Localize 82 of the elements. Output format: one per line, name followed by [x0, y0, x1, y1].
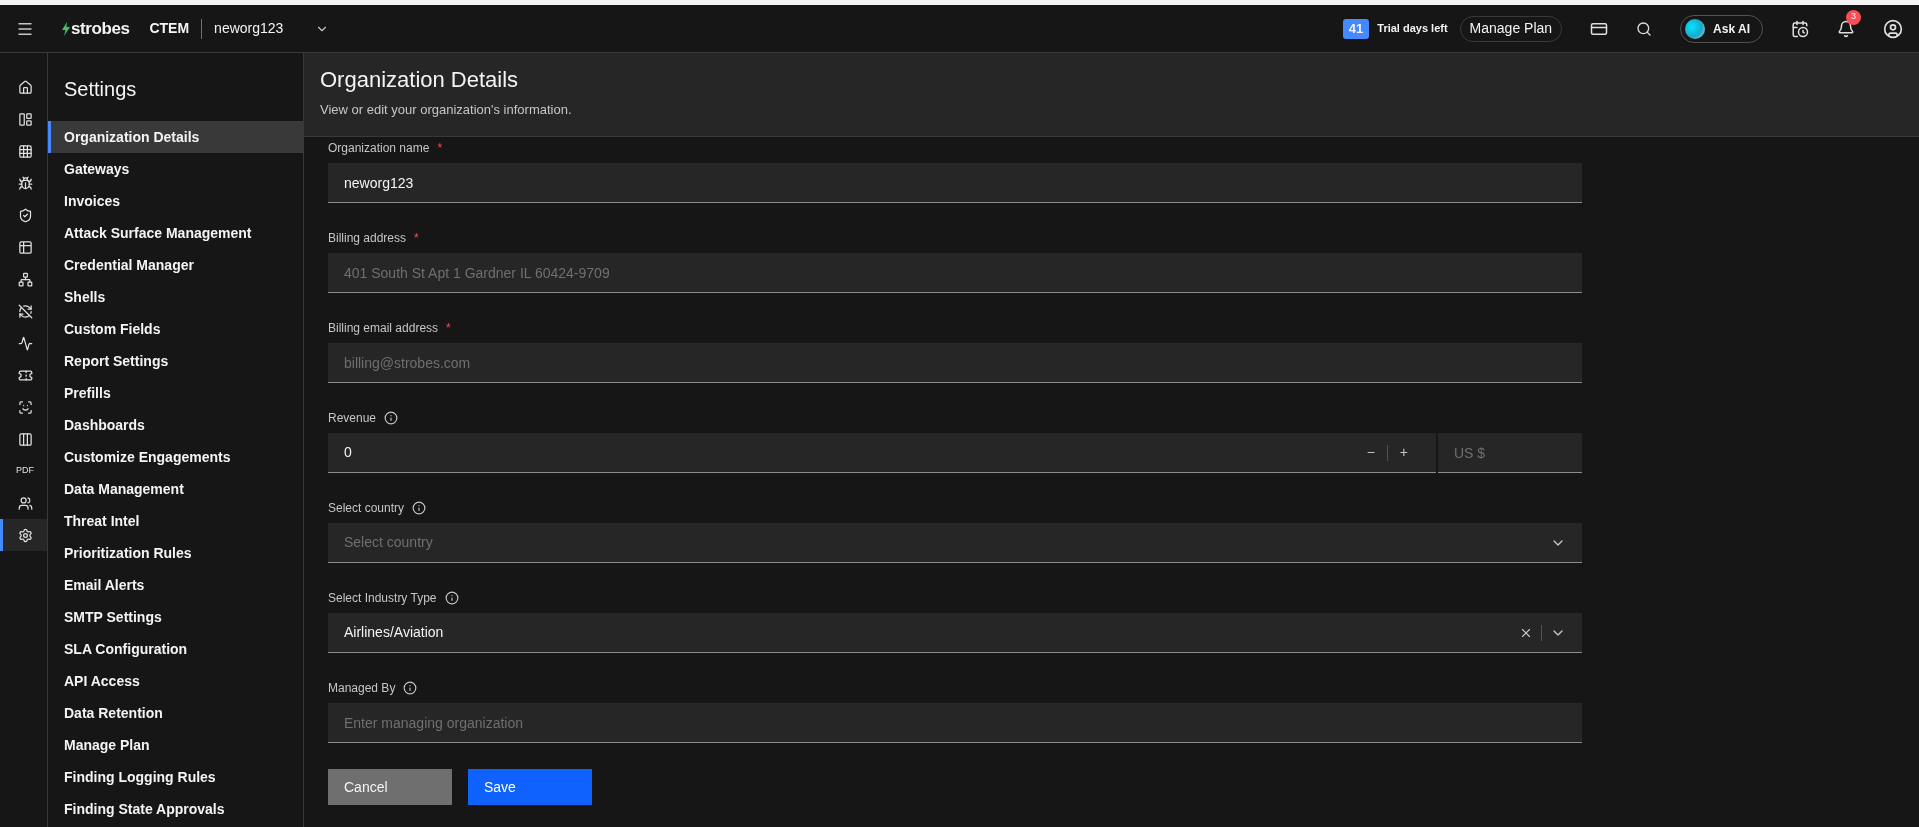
sidebar-item[interactable]: Finding Logging Rules — [48, 761, 303, 793]
sidebar-item[interactable]: Email Alerts — [48, 569, 303, 601]
search-icon[interactable] — [1636, 20, 1653, 37]
field-label: Billing address — [328, 230, 407, 247]
field-label: Select Industry Type — [328, 590, 437, 607]
rail-item[interactable]: PDF — [0, 455, 47, 487]
sidebar-item[interactable]: Credential Manager — [48, 249, 303, 281]
sidebar-item[interactable]: SLA Configuration — [48, 633, 303, 665]
brand-logo: strobes — [71, 17, 130, 40]
selected-value: Airlines/Aviation — [344, 623, 445, 642]
increment-button[interactable]: + — [1387, 442, 1420, 463]
sidebar-item[interactable]: Custom Fields — [48, 313, 303, 345]
sidebar-item[interactable]: Prioritization Rules — [48, 537, 303, 569]
ai-orb-icon — [1685, 18, 1706, 39]
product-name: CTEM — [149, 19, 190, 38]
field-label: Revenue — [328, 410, 377, 427]
pulse-icon — [17, 335, 33, 351]
select-field[interactable]: Airlines/Aviation — [328, 613, 1582, 653]
layout-icon — [17, 111, 33, 127]
scan-icon — [17, 399, 33, 415]
trial-days-badge: 41 — [1342, 18, 1370, 39]
sidebar-item[interactable]: Manage Plan — [48, 729, 303, 761]
info-icon[interactable] — [384, 411, 399, 425]
sidebar-item[interactable]: API Access — [48, 665, 303, 697]
text-field[interactable]: 401 South St Apt 1 Gardner IL 60424-9709 — [328, 253, 1582, 293]
field-label: Organization name — [328, 140, 430, 157]
sidebar-item[interactable]: Gateways — [48, 153, 303, 185]
field-label: Select country — [328, 500, 405, 517]
sidebar-title: Settings — [64, 77, 137, 102]
field-label: Managed By — [328, 680, 396, 697]
required-mark: * — [446, 322, 451, 334]
columns-icon — [17, 431, 33, 447]
home-icon — [17, 79, 33, 95]
field-value: 0 — [344, 443, 353, 462]
sidebar-item[interactable]: Data Retention — [48, 697, 303, 729]
sidebar-item[interactable]: Organization Details — [48, 121, 303, 153]
user-avatar-icon[interactable] — [1883, 18, 1903, 39]
decrement-button[interactable]: − — [1354, 442, 1387, 463]
cancel-button[interactable]: Cancel — [328, 769, 452, 805]
sidebar-item[interactable]: Prefills — [48, 377, 303, 409]
network-icon — [17, 271, 33, 287]
sidebar-item[interactable]: Threat Intel — [48, 505, 303, 537]
text-field[interactable]: billing@strobes.com — [328, 343, 1582, 383]
text-field[interactable]: neworg123 — [328, 163, 1582, 203]
bolt-icon — [62, 21, 70, 36]
rail-item[interactable] — [0, 519, 47, 551]
save-button[interactable]: Save — [468, 769, 592, 805]
sidebar-item[interactable]: Attack Surface Management — [48, 217, 303, 249]
settings-icon — [17, 527, 33, 543]
notifications-icon[interactable] — [1837, 19, 1855, 38]
number-field[interactable]: 0 − + — [328, 433, 1436, 473]
grid-icon — [17, 143, 33, 159]
trial-days-label: Trial days left — [1377, 21, 1448, 37]
sidebar-item[interactable]: SMTP Settings — [48, 601, 303, 633]
sidebar-item[interactable]: Customize Engagements — [48, 441, 303, 473]
page-title: Organization Details — [320, 66, 520, 94]
notification-count: 3 — [1846, 9, 1861, 25]
info-icon[interactable] — [412, 501, 427, 515]
page-subtitle: View or edit your organization's information. — [320, 101, 573, 119]
placeholder-text: Select country — [344, 533, 434, 552]
calendar-clock-icon[interactable] — [1791, 19, 1809, 38]
shield-check-icon — [17, 207, 33, 223]
pdf-label: PDF — [16, 464, 34, 478]
info-icon[interactable] — [403, 681, 418, 695]
table-icon — [17, 239, 33, 255]
sidebar-item[interactable]: Report Settings — [48, 345, 303, 377]
required-mark: * — [437, 142, 443, 154]
info-icon[interactable] — [444, 591, 459, 605]
org-name[interactable]: neworg123 — [214, 18, 284, 39]
ticket-icon — [17, 367, 33, 383]
required-mark: * — [414, 232, 419, 244]
sidebar-item[interactable]: Finding State Approvals — [48, 793, 303, 825]
text-field[interactable]: Enter managing organization — [328, 703, 1582, 743]
field-label: Billing email address — [328, 320, 439, 337]
bug-icon — [17, 175, 33, 191]
sidebar-item[interactable]: Invoices — [48, 185, 303, 217]
sync-icon — [17, 303, 33, 319]
currency-field[interactable]: US $ — [1438, 433, 1582, 473]
sidebar-item[interactable]: Shells — [48, 281, 303, 313]
users-icon — [17, 495, 33, 511]
sidebar-item[interactable]: Data Management — [48, 473, 303, 505]
sidebar-item[interactable]: Dashboards — [48, 409, 303, 441]
